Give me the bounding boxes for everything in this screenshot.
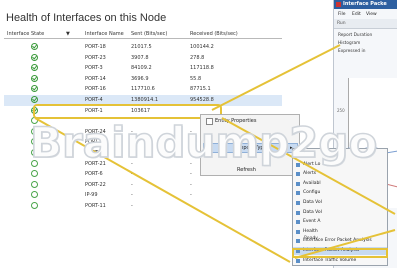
report-icon [296, 210, 300, 215]
interface-name-cell: PORT-18 [85, 44, 106, 50]
table-row[interactable]: PORT-14 3696.9 55.8 [4, 74, 282, 85]
submenu-item-label: Health [303, 228, 318, 234]
watermark: Braindump2go [29, 117, 378, 168]
submenu-item[interactable]: Alerts [293, 170, 387, 178]
submenu-item[interactable]: Data Vol [293, 199, 387, 207]
header-interface-state[interactable]: Interface State [7, 31, 44, 37]
submenu-item[interactable]: Availabl [293, 180, 387, 188]
menu-refresh[interactable]: Refresh [237, 167, 256, 173]
report-icon [296, 181, 300, 186]
interface-name-cell: PORT-4 [85, 97, 103, 103]
sent-cell: 84109.2 [131, 65, 152, 72]
received-cell: - [190, 192, 192, 199]
sent-cell: - [131, 181, 133, 188]
table-row[interactable]: PORT-16 117710.6 87715.1 [4, 84, 282, 95]
received-cell: 100144.2 [190, 44, 214, 50]
status-ok-icon [31, 96, 38, 103]
status-ok-icon [31, 53, 38, 61]
sent-cell: - [131, 203, 133, 209]
highlight-packet-analysis [292, 248, 388, 258]
interface-name-cell: IP-99 [85, 192, 98, 199]
table-row[interactable]: PORT-18 21017.5 100144.2 [4, 42, 282, 53]
sort-desc-icon[interactable]: ▼ [66, 31, 70, 37]
report-icon [296, 191, 300, 196]
report-icon [296, 239, 300, 244]
submenu-item-label: Alerts [303, 171, 317, 177]
table-row[interactable]: PORT-3 84109.2 117118.8 [4, 63, 282, 74]
report-icon [296, 172, 300, 177]
submenu-item-label: Data Vol [303, 209, 322, 215]
table-row[interactable]: PORT-22 - - [4, 180, 282, 191]
submenu-item-label: Configu [303, 190, 321, 196]
status-unknown-icon [31, 170, 38, 178]
sent-cell: - [131, 171, 133, 178]
received-cell: - [190, 203, 192, 209]
submenu-item-label: Data Vol [303, 200, 322, 205]
window-title: Interface Packe [343, 1, 387, 7]
menu-view[interactable]: View [366, 12, 377, 17]
sent-cell: 21017.5 [131, 44, 152, 50]
status-ok-icon [31, 85, 38, 93]
table-row[interactable]: PORT-23 3907.8 278.8 [4, 53, 282, 64]
submenu-item[interactable]: Health [293, 228, 387, 236]
selected-row-highlight [33, 104, 222, 119]
table-row[interactable]: IP-99 - - [4, 190, 282, 201]
interface-name-cell: PORT-14 [85, 75, 106, 82]
status-unknown-icon [31, 180, 38, 188]
header-divider [4, 38, 282, 39]
submenu-item[interactable]: Configu [293, 189, 387, 197]
status-unknown-icon [31, 202, 38, 209]
received-cell: 954528.8 [190, 97, 214, 103]
header-received[interactable]: Received (Bits/sec) [190, 31, 238, 37]
interface-name-cell: PORT-23 [85, 54, 106, 61]
y-tick-250: 250 [337, 108, 345, 113]
sent-cell: - [131, 192, 133, 199]
sent-cell: 117710.6 [131, 86, 155, 93]
sent-cell: 3907.8 [131, 54, 149, 61]
report-icon [296, 258, 300, 263]
report-icon [296, 229, 300, 234]
header-sent[interactable]: Sent (Bits/sec) [131, 31, 167, 37]
app-icon [336, 2, 341, 7]
interface-name-cell: PORT-16 [85, 86, 106, 93]
status-unknown-icon [31, 191, 38, 199]
received-cell: - [190, 181, 192, 188]
report-icon [296, 220, 300, 225]
submenu-item[interactable]: Data Vol [293, 209, 387, 217]
run-button[interactable]: Run [337, 21, 346, 26]
received-cell: 87715.1 [190, 86, 211, 93]
submenu-item-label: Event A [303, 219, 321, 225]
panel-title: Health of Interfaces on this Node [6, 12, 167, 24]
interface-name-cell: PORT-22 [85, 181, 106, 188]
status-ok-icon [31, 43, 38, 50]
field-expressed-in: Expressed in [338, 49, 366, 54]
submenu-item-label: Availabl [303, 180, 321, 186]
status-ok-icon [31, 74, 38, 82]
submenu-item[interactable]: Event A [293, 218, 387, 226]
sent-cell: 1380914.1 [131, 97, 159, 103]
status-ok-icon [31, 64, 38, 72]
received-cell: 55.8 [190, 75, 202, 82]
menu-edit[interactable]: Edit [352, 12, 361, 17]
header-interface-name[interactable]: Interface Name [85, 31, 124, 37]
received-cell: 278.8 [190, 54, 205, 61]
status-text: Ready [304, 236, 318, 241]
received-cell: - [190, 171, 192, 178]
interface-name-cell: PORT-3 [85, 65, 103, 72]
menu-file[interactable]: File [338, 12, 346, 17]
table-row[interactable]: PORT-11 - - [4, 201, 282, 212]
sent-cell: 3696.9 [131, 75, 149, 82]
received-cell: 117118.8 [190, 65, 214, 72]
interface-name-cell: PORT-11 [85, 203, 106, 209]
field-report-duration: Report Duration [338, 33, 373, 38]
submenu-item-label: Interface Traffic Volume [303, 257, 357, 263]
interface-name-cell: PORT-6 [85, 171, 103, 178]
report-icon [296, 201, 300, 205]
field-histogram: Histogram [338, 41, 361, 46]
